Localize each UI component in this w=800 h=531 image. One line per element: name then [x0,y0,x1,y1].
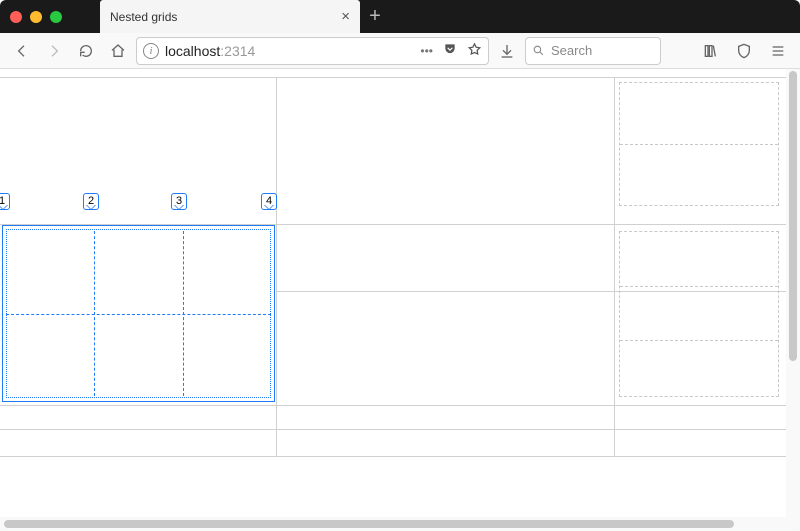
url-text: localhost:2314 [165,43,414,59]
close-window-button[interactable] [10,11,22,23]
address-bar[interactable]: i localhost:2314 ••• [136,37,489,65]
nested-grid-overlay [619,231,779,397]
url-port: :2314 [220,43,255,59]
back-button[interactable] [8,37,36,65]
browser-tab[interactable]: Nested grids × [100,0,360,33]
grid-line [0,405,786,406]
minimize-window-button[interactable] [30,11,42,23]
grid-line-label-3: 3 [170,193,188,210]
library-button[interactable] [696,37,724,65]
forward-button[interactable] [40,37,68,65]
grid-line-label-2: 2 [82,193,100,210]
grid-line [276,77,277,457]
selected-nested-grid [2,225,275,402]
new-tab-button[interactable]: + [360,0,390,33]
shield-icon[interactable] [730,37,758,65]
page-content[interactable]: 1 2 3 4 [0,69,786,517]
search-placeholder: Search [551,43,592,58]
grid-dash-line [6,314,271,315]
tab-strip: Nested grids × + [100,0,390,33]
pocket-icon[interactable] [443,42,457,59]
url-right-actions: ••• [420,42,482,60]
tab-title: Nested grids [110,10,331,24]
maximize-window-button[interactable] [50,11,62,23]
titlebar: Nested grids × + [0,0,800,33]
search-box[interactable]: Search [525,37,661,65]
page-viewport: 1 2 3 4 [0,69,800,531]
grid-line [0,456,786,457]
grid-line-label-4: 4 [260,193,278,210]
home-button[interactable] [104,37,132,65]
close-tab-icon[interactable]: × [341,8,350,25]
grid-dash-line [620,144,778,145]
grid-dash-line [620,340,778,341]
scrollbar-thumb[interactable] [789,71,797,361]
navigation-toolbar: i localhost:2314 ••• Search [0,33,800,69]
url-host: localhost [165,43,220,59]
grid-inner [6,231,271,396]
horizontal-scrollbar[interactable] [0,517,800,531]
more-icon[interactable]: ••• [420,44,433,58]
window-controls [10,11,62,23]
grid-dash-line [620,286,778,287]
nested-grid-overlay [619,82,779,206]
grid-dash-line [94,231,95,396]
site-info-icon[interactable]: i [143,43,159,59]
vertical-scrollbar[interactable] [786,69,800,517]
grid-line-label-1: 1 [0,193,12,210]
reload-button[interactable] [72,37,100,65]
grid-line [614,77,615,457]
toolbar-right [696,37,792,65]
grid-line [0,77,786,78]
bookmark-star-icon[interactable] [467,42,482,60]
grid-dash-line [183,231,184,396]
grid-line [0,429,786,430]
menu-button[interactable] [764,37,792,65]
search-icon [532,44,545,57]
downloads-button[interactable] [493,37,521,65]
browser-window: Nested grids × + i localhost:2314 ••• [0,0,800,531]
scrollbar-thumb[interactable] [4,520,734,528]
